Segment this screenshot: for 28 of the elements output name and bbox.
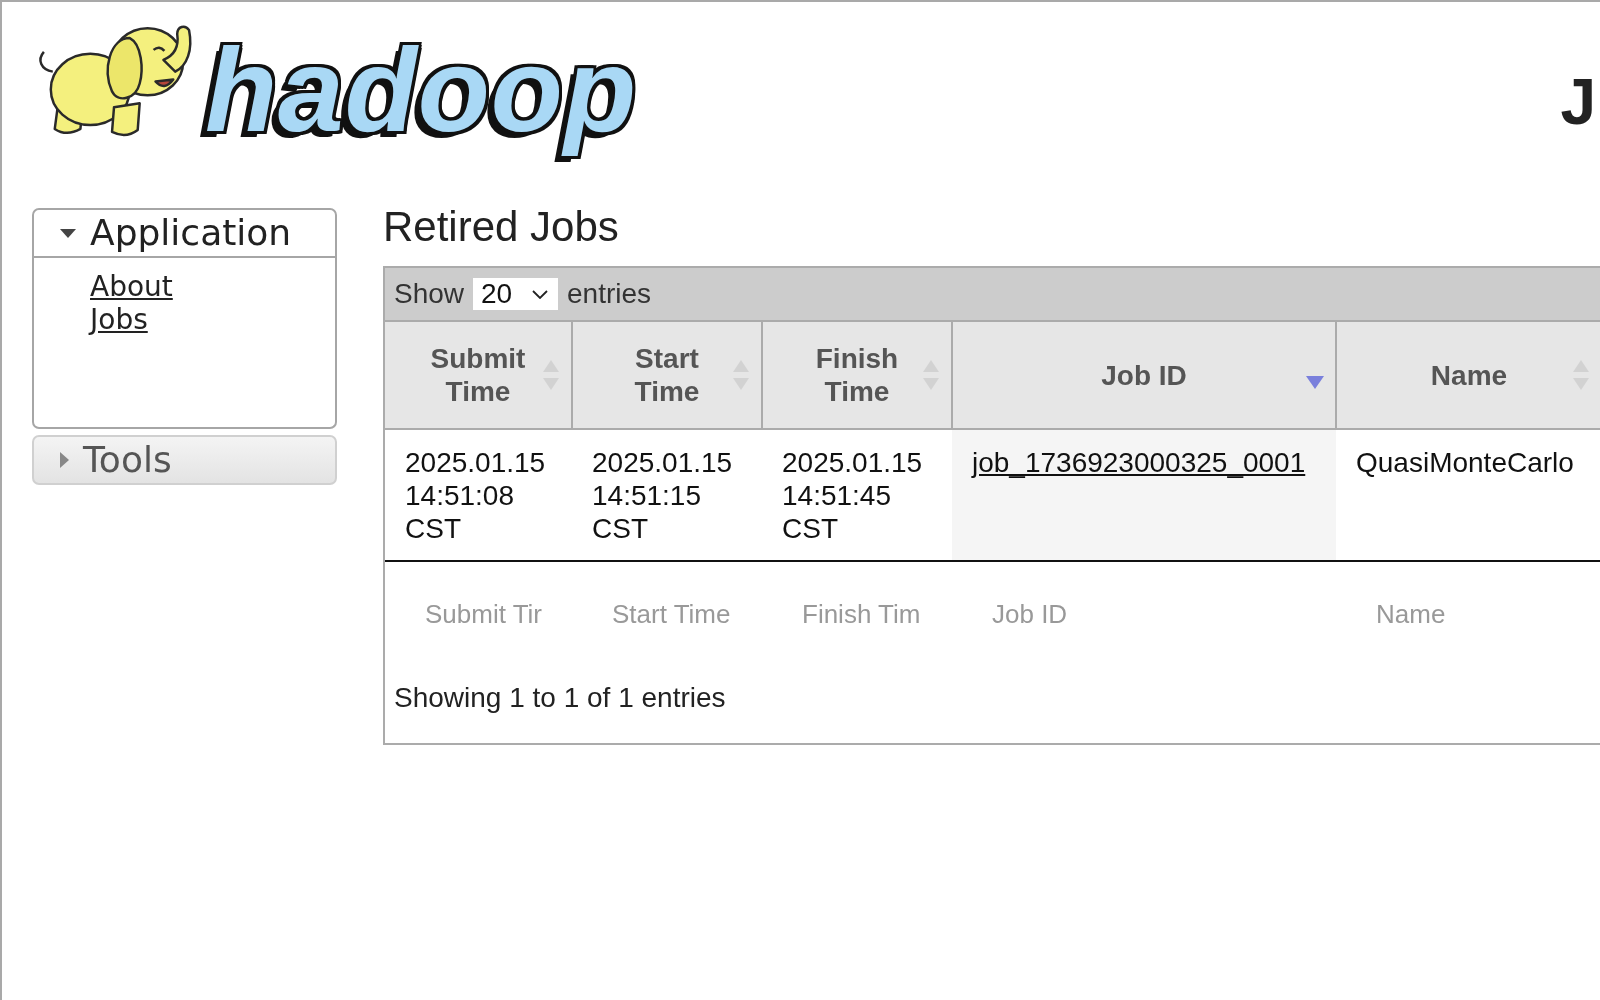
- table-info: Showing 1 to 1 of 1 entries: [394, 682, 726, 713]
- column-header[interactable]: Job ID: [952, 322, 1336, 429]
- sidebar-link[interactable]: About: [90, 270, 173, 303]
- table-cell: 2025.01.15 14:51:45 CST: [762, 429, 952, 561]
- column-header[interactable]: Start Time: [572, 322, 762, 429]
- column-header[interactable]: Submit Time: [385, 322, 572, 429]
- caret-down-icon: [60, 228, 76, 238]
- filter-input[interactable]: Job ID: [992, 596, 1120, 632]
- table-cell: 2025.01.15 14:51:15 CST: [572, 429, 762, 561]
- filter-input[interactable]: Start Time: [612, 596, 740, 632]
- column-header[interactable]: Name: [1336, 322, 1600, 429]
- sidebar-link[interactable]: Jobs: [90, 303, 148, 336]
- column-header[interactable]: Finish Time: [762, 322, 952, 429]
- logo-wordmark: hadoop: [204, 23, 639, 158]
- accordion-header[interactable]: Tools: [32, 435, 337, 485]
- table-cell: QuasiMonteCarlo: [1336, 429, 1600, 561]
- filter-input[interactable]: Finish Tim: [802, 596, 930, 632]
- filter-input[interactable]: Name: [1376, 596, 1504, 632]
- chevron-down-icon: [532, 289, 549, 299]
- page-title: J: [1560, 70, 1596, 134]
- table-cell: 2025.01.15 14:51:08 CST: [385, 429, 572, 561]
- show-label: Show: [394, 278, 465, 310]
- filter-input[interactable]: Submit Tir: [425, 596, 553, 632]
- entries-label: entries: [567, 278, 652, 310]
- page-size-select[interactable]: 20: [473, 278, 559, 310]
- accordion-header[interactable]: Application: [32, 208, 337, 258]
- section-title: Retired Jobs: [383, 203, 619, 251]
- caret-right-icon: [60, 452, 69, 468]
